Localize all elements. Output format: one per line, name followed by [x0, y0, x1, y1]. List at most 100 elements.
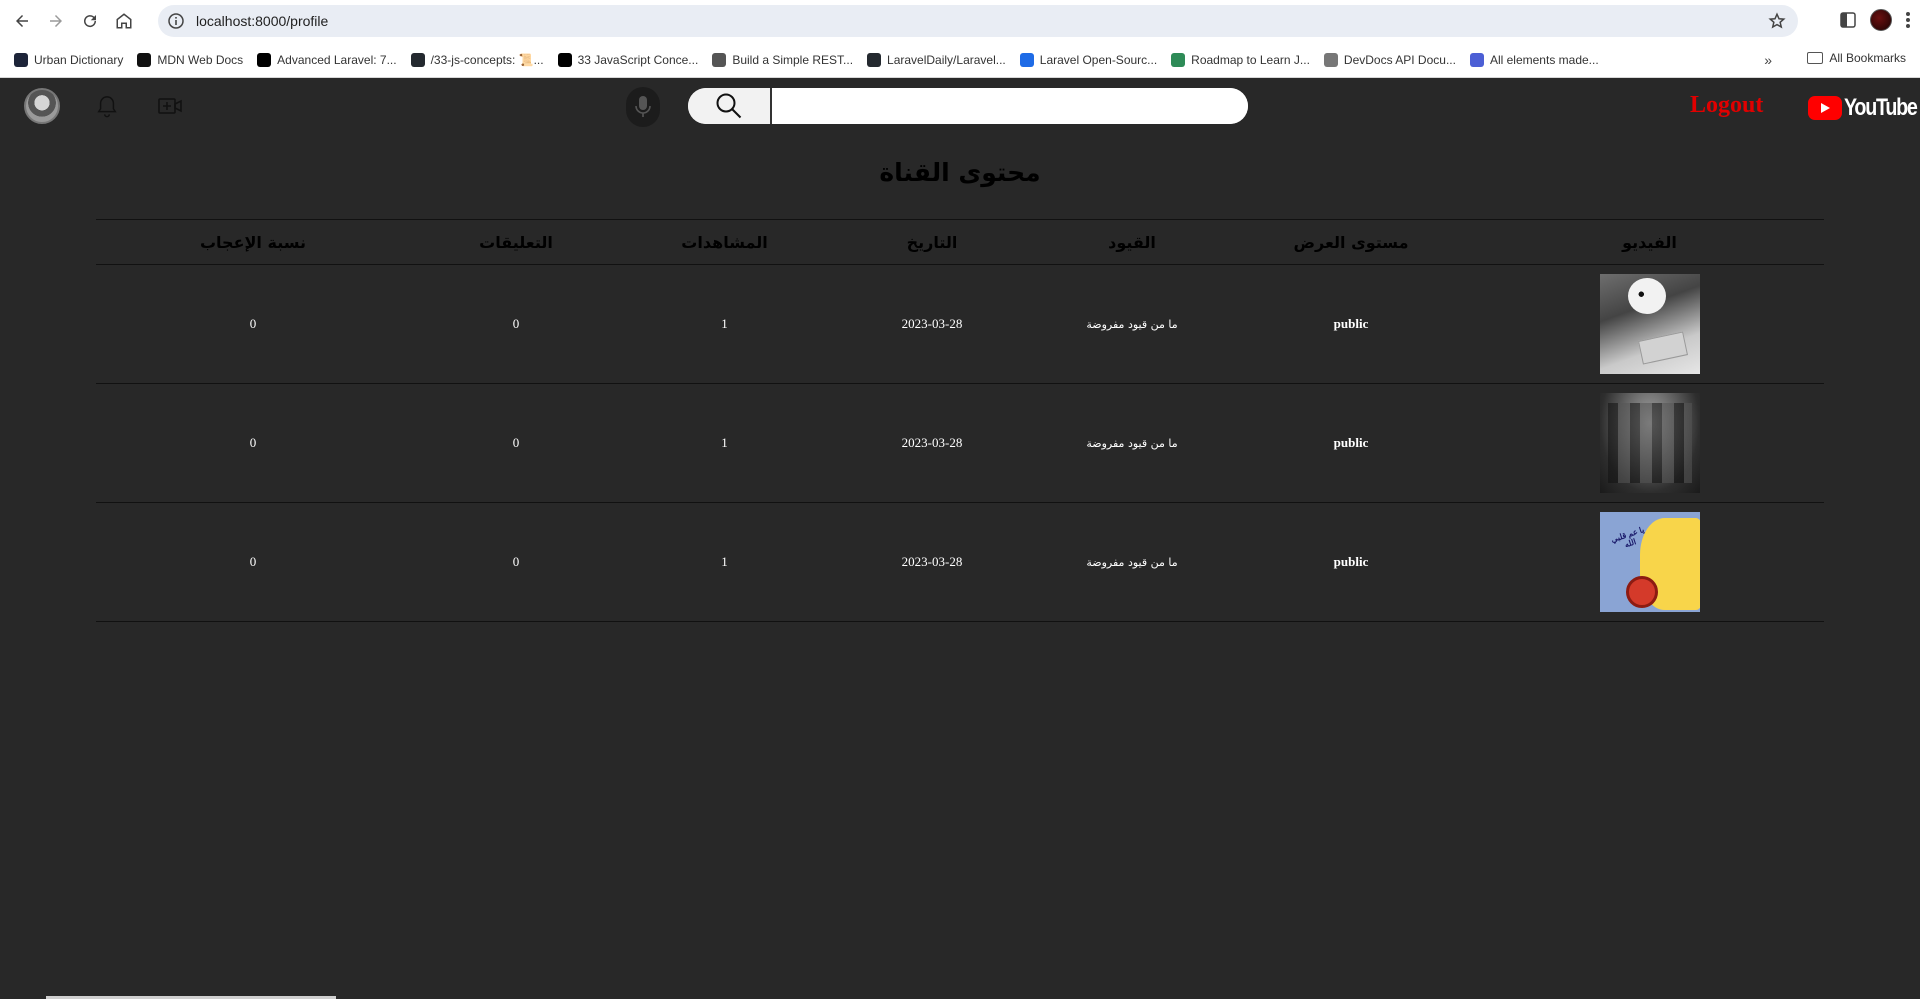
bookmark-label: DevDocs API Docu...	[1343, 52, 1456, 67]
visibility-cell: public	[1227, 264, 1475, 384]
bookmark-label: Build a Simple REST...	[732, 52, 854, 67]
table-header-row: الفيديو مستوى العرض القيود التاريخ المشا…	[96, 219, 1824, 265]
voice-search-button[interactable]	[626, 87, 660, 127]
thumbnail-text: يا عم قلبي الله	[1609, 525, 1645, 550]
bookmark-item[interactable]: Urban Dictionary	[14, 52, 124, 67]
date-cell: 2023-03-28	[827, 502, 1037, 622]
video-cell: يا عم قلبي الله	[1475, 502, 1824, 622]
bookmark-label: MDN Web Docs	[157, 52, 244, 67]
bookmark-item[interactable]: Advanced Laravel: 7...	[257, 52, 397, 67]
all-bookmarks-label: All Bookmarks	[1829, 51, 1906, 65]
bookmark-item[interactable]: Build a Simple REST...	[712, 52, 854, 67]
code-brackets-icon	[712, 52, 727, 67]
github-icon	[867, 52, 882, 67]
create-video-icon[interactable]	[158, 96, 182, 116]
video-cell	[1475, 264, 1824, 384]
site-info-icon[interactable]	[168, 13, 184, 29]
visibility-cell: public	[1227, 383, 1475, 503]
roadmap-icon	[1171, 52, 1186, 67]
medium-icon	[257, 52, 272, 67]
comments-cell: 0	[410, 502, 622, 622]
home-icon[interactable]	[112, 9, 136, 33]
video-thumbnail[interactable]	[1599, 393, 1700, 493]
visibility-cell: public	[1227, 502, 1475, 622]
bookmark-label: Roadmap to Learn J...	[1191, 52, 1310, 67]
github-icon	[410, 52, 425, 67]
youtube-wordmark: YouTube	[1844, 94, 1918, 121]
column-header-visibility: مستوى العرض	[1227, 219, 1475, 265]
devdocs-icon	[1323, 52, 1338, 67]
like-ratio-cell: 0	[96, 383, 410, 503]
reload-icon[interactable]	[78, 9, 102, 33]
video-cell	[1475, 383, 1824, 503]
url-text[interactable]: localhost:8000/profile	[196, 13, 328, 29]
bookmark-item[interactable]: Laravel Open-Sourc...	[1019, 52, 1158, 67]
date-cell: 2023-03-28	[827, 264, 1037, 384]
bookmark-label: LaravelDaily/Laravel...	[887, 52, 1006, 67]
app-header: Logout YouTube	[0, 78, 1920, 136]
comments-cell: 0	[410, 264, 622, 384]
column-header-like-ratio: نسبة الإعجاب	[96, 219, 410, 265]
views-cell: 1	[622, 264, 827, 384]
logout-button[interactable]: Logout	[1690, 92, 1763, 119]
date-cell: 2023-03-28	[827, 383, 1037, 503]
side-panel-icon[interactable]	[1840, 12, 1856, 28]
column-header-views: المشاهدات	[622, 219, 827, 265]
bookmarks-bar: Urban Dictionary MDN Web Docs Advanced Lar…	[0, 42, 1920, 78]
bookmark-item[interactable]: 33 JavaScript Conce...	[557, 52, 699, 67]
notifications-bell-icon[interactable]	[96, 95, 118, 119]
like-ratio-cell: 0	[96, 264, 410, 384]
urban-dictionary-icon	[14, 52, 28, 67]
forward-icon[interactable]	[44, 9, 68, 33]
search-button[interactable]	[688, 88, 772, 124]
channel-content-table: الفيديو مستوى العرض القيود التاريخ المشا…	[96, 219, 1824, 622]
browser-profile-avatar[interactable]	[1870, 9, 1892, 31]
video-thumbnail[interactable]	[1599, 274, 1700, 374]
bookmark-item[interactable]: All elements made...	[1469, 52, 1599, 67]
search-input[interactable]	[772, 88, 1248, 124]
bookmark-label: /33-js-concepts: 📜...	[430, 52, 544, 67]
browser-menu-icon[interactable]	[1906, 12, 1910, 28]
table-row: public ما من قيود مفروضة 2023-03-28 1 0 …	[96, 383, 1824, 503]
column-header-restrictions: القيود	[1037, 219, 1227, 265]
microphone-icon	[635, 96, 651, 117]
video-thumbnail[interactable]: يا عم قلبي الله	[1599, 512, 1700, 612]
avatar[interactable]	[24, 88, 60, 124]
browser-toolbar: localhost:8000/profile	[0, 0, 1920, 42]
table-row: public ما من قيود مفروضة 2023-03-28 1 0 …	[96, 264, 1824, 384]
bookmark-item[interactable]: MDN Web Docs	[137, 52, 244, 67]
bookmark-label: Urban Dictionary	[34, 52, 124, 67]
dev-icon	[557, 52, 572, 67]
views-cell: 1	[622, 502, 827, 622]
bookmark-item[interactable]: DevDocs API Docu...	[1323, 52, 1456, 67]
youtube-play-icon	[1808, 96, 1842, 120]
comments-cell: 0	[410, 383, 622, 503]
bookmark-star-icon[interactable]	[1768, 12, 1786, 30]
address-bar[interactable]: localhost:8000/profile	[158, 5, 1798, 37]
youtube-logo[interactable]: YouTube	[1808, 94, 1920, 122]
all-bookmarks[interactable]: All Bookmarks	[1807, 51, 1906, 65]
restrictions-cell: ما من قيود مفروضة	[1037, 502, 1227, 622]
column-header-date: التاريخ	[827, 219, 1037, 265]
more-bookmarks-icon[interactable]: »	[1764, 52, 1772, 68]
bookmark-label: Laravel Open-Sourc...	[1039, 52, 1158, 67]
bookmark-label: Advanced Laravel: 7...	[277, 52, 397, 67]
page-title: محتوى القناة	[879, 158, 1041, 187]
search-bar	[688, 88, 1248, 124]
bookmark-label: All elements made...	[1489, 52, 1599, 67]
bookmark-item[interactable]: Roadmap to Learn J...	[1171, 52, 1310, 67]
column-header-video: الفيديو	[1475, 219, 1824, 265]
folder-icon	[1807, 52, 1824, 64]
table-row: يا عم قلبي الله public ما من قيود مفروضة…	[96, 502, 1824, 622]
bookmark-item[interactable]: /33-js-concepts: 📜...	[410, 52, 544, 67]
mdn-icon	[137, 52, 152, 67]
like-ratio-cell: 0	[96, 502, 410, 622]
bookmark-item[interactable]: LaravelDaily/Laravel...	[867, 52, 1006, 67]
search-icon	[716, 93, 742, 119]
restrictions-cell: ما من قيود مفروضة	[1037, 264, 1227, 384]
bookmark-label: 33 JavaScript Conce...	[577, 52, 699, 67]
views-cell: 1	[622, 383, 827, 503]
column-header-comments: التعليقات	[410, 219, 622, 265]
restrictions-cell: ما من قيود مفروضة	[1037, 383, 1227, 503]
back-icon[interactable]	[10, 9, 34, 33]
